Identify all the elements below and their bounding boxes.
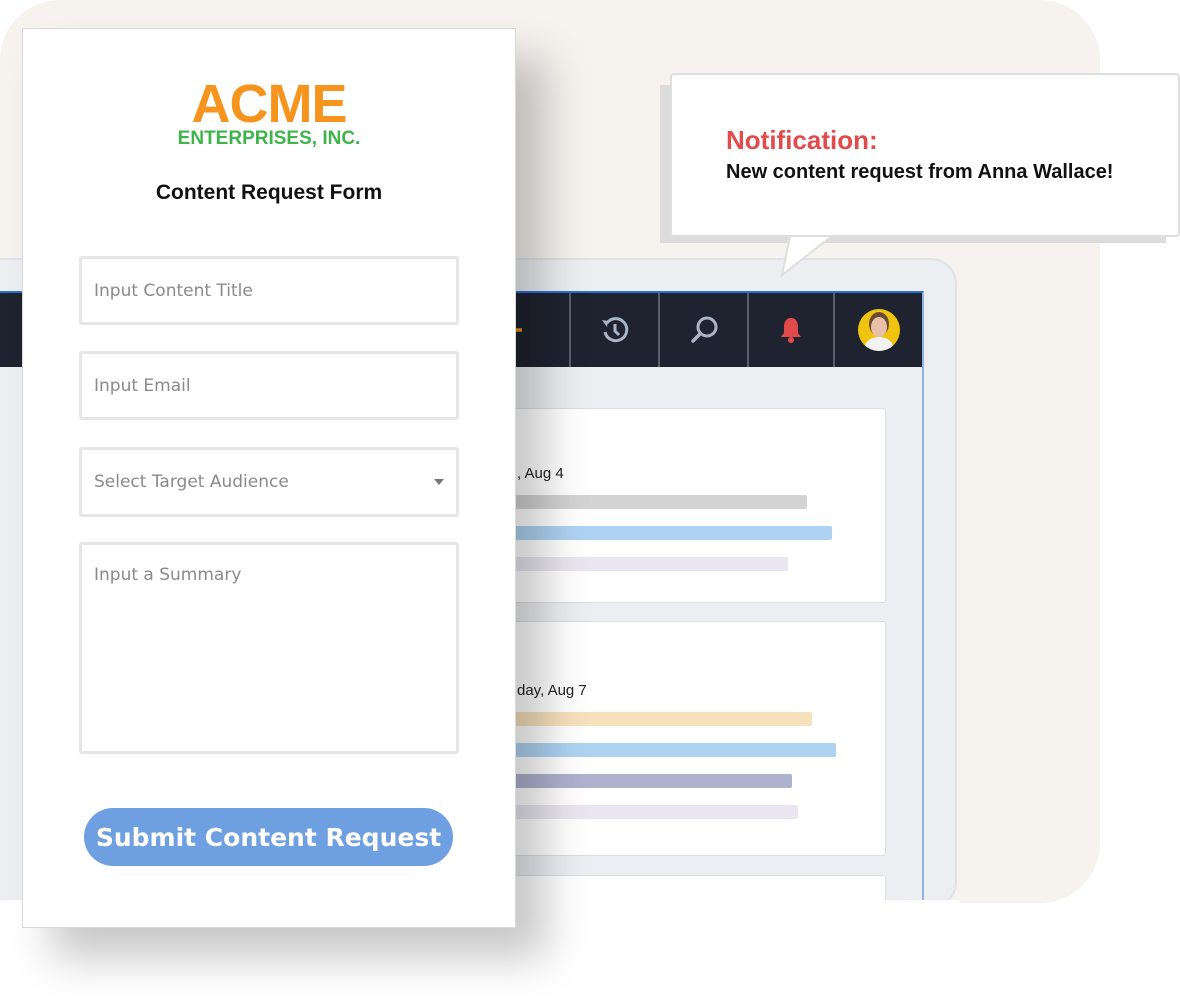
content-request-form: ACME ENTERPRISES, INC. Content Request F… [22,28,516,928]
placeholder: Select Target Audience [94,472,289,492]
placeholder: Input a Summary [94,565,242,585]
content-title-input[interactable]: Input Content Title [79,256,459,325]
avatar [857,309,900,351]
logo-subtitle: ENTERPRISES, INC. [177,128,361,149]
card-date: day, Aug 7 [517,682,587,699]
profile-button[interactable] [833,293,922,367]
event-bar[interactable] [461,743,836,757]
submit-button[interactable]: Submit Content Request [84,808,453,866]
notifications-button[interactable] [747,293,833,367]
email-input[interactable]: Input Email [79,351,459,420]
dropdown-arrow-icon [434,479,444,485]
bubble-tail [780,230,834,278]
notification-bubble: Notification: New content request from A… [670,73,1180,237]
history-button[interactable] [569,293,658,367]
event-bar[interactable] [461,526,832,540]
notification-message: New content request from Anna Wallace! [726,161,1114,183]
summary-textarea[interactable]: Input a Summary [79,542,459,754]
history-icon [601,317,628,343]
search-button[interactable] [658,293,747,367]
card-date: , Aug 4 [517,465,564,482]
bell-icon [781,318,801,343]
form-title: Content Request Form [155,181,383,204]
placeholder: Input Content Title [94,280,253,301]
logo: ACME [191,74,348,134]
search-icon [690,316,717,343]
notification-title: Notification: [726,125,878,155]
target-audience-select[interactable]: Select Target Audience [79,447,459,517]
placeholder: Input Email [94,375,191,396]
